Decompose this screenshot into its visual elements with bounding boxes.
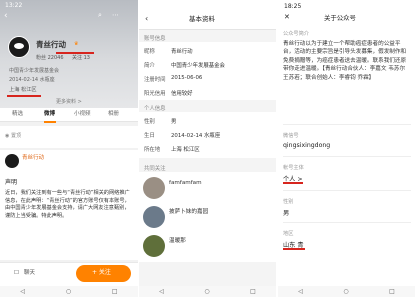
friend-name[interactable]: famfamfam — [169, 180, 202, 187]
search-icon[interactable]: ⌕ — [98, 12, 102, 19]
weibo-profile-panel: 13:22 ‹ ⌕ ⋯ 青丝行动 ♛ 粉丝 22046 关注 13 中国青少年发… — [0, 0, 138, 297]
wechat-id-label: 微信号 — [283, 133, 299, 139]
tab-video[interactable]: 小视频 — [74, 111, 91, 118]
system-nav-bar: ◁ ○ □ — [278, 286, 415, 297]
row-key: 阳光信用 — [144, 91, 166, 97]
divider — [283, 190, 411, 191]
composite-screenshot: 13:22 ‹ ⌕ ⋯ 青丝行动 ♛ 粉丝 22046 关注 13 中国青少年发… — [0, 0, 415, 297]
section-personal: 个人信息 — [144, 106, 166, 112]
back-icon[interactable]: ‹ — [4, 12, 8, 21]
system-nav-bar: ◁ ○ □ — [139, 286, 276, 297]
row-key: 生日 — [144, 133, 155, 139]
tab-featured[interactable]: 精选 — [12, 111, 23, 118]
row-value: 2015-06-06 — [171, 75, 203, 81]
follow-button[interactable]: + 关注 — [76, 265, 131, 282]
friend-avatar[interactable] — [143, 235, 165, 257]
type-underline — [283, 182, 303, 184]
system-nav-bar: ◁ ○ □ — [0, 286, 138, 297]
page-title: 基本资料 — [189, 15, 215, 23]
post-body: 近日，我们关注到有一些与“青丝行动”相关的网络推广信息，在此声明：“青丝行动”的… — [5, 190, 130, 219]
friends-list: famfamfam 披萨卜妹的嘉园 温暖那 — [139, 172, 276, 262]
nav-back-icon[interactable]: ◁ — [159, 288, 164, 295]
avatar[interactable] — [8, 36, 30, 58]
region-label: 地区 — [283, 231, 294, 237]
tab-album[interactable]: 相册 — [108, 111, 119, 118]
nav-recent-icon[interactable]: □ — [389, 288, 395, 295]
profile-name: 青丝行动 — [36, 40, 66, 49]
more-info-link[interactable]: 更多资料 > — [56, 100, 82, 105]
back-arrow-icon[interactable]: ‹ — [145, 15, 148, 23]
nav-back-icon[interactable]: ◁ — [298, 288, 303, 295]
row-key: 性别 — [144, 119, 155, 125]
intro-label: 公众号简介 — [283, 31, 309, 37]
page-title: 关于公众号 — [324, 14, 356, 22]
location-text: 上海 松江区 — [9, 87, 37, 93]
vip-badge-icon: ♛ — [74, 41, 79, 47]
nav-home-icon[interactable]: ○ — [66, 288, 71, 295]
section-account: 账号信息 — [144, 36, 166, 42]
row-value: 2014-02-14 水瓶座 — [171, 133, 221, 139]
divider — [283, 222, 411, 223]
chat-button[interactable]: 聊天 — [24, 270, 35, 277]
post-card[interactable]: 青丝行动 声明 近日，我们关注到有一些与“青丝行动”相关的网络推广信息，在此声明… — [0, 150, 138, 260]
stat-following[interactable]: 关注 13 — [72, 56, 90, 61]
divider — [283, 156, 411, 157]
status-bar-time: 13:22 — [5, 2, 23, 9]
row-key: 昵称 — [144, 49, 155, 55]
intro-text: 青丝行动以为于建立一个帮助癌症患者的公益平台，活动的主要宗旨是引导头发募集，假发… — [283, 41, 407, 81]
post-author-avatar — [5, 154, 19, 168]
official-account-panel: 18:25 ✕ 关于公众号 公众号简介 青丝行动以为于建立一个帮助癌症患者的公益… — [277, 0, 415, 297]
row-value: 男 — [171, 119, 177, 125]
nav-back-icon[interactable]: ◁ — [20, 288, 25, 295]
row-key: 简介 — [144, 63, 155, 69]
pin-icon: ◉ 置顶 — [5, 133, 21, 139]
friend-avatar[interactable] — [143, 177, 165, 199]
section-friends: 共同关注 — [144, 166, 166, 172]
gender-value: 男 — [283, 210, 290, 217]
post-heading: 声明 — [5, 179, 18, 186]
friend-avatar[interactable] — [143, 206, 165, 228]
personal-info-list: 性别 男 生日 2014-02-14 水瓶座 所在地 上海 松江区 — [139, 112, 276, 158]
account-type-label: 帐号主体 — [283, 165, 304, 171]
row-key: 注册时间 — [144, 77, 166, 83]
row-value: 青丝行动 — [171, 49, 193, 55]
profile-tabs: 精选 微博 小视频 相册 — [0, 108, 138, 122]
divider — [283, 124, 411, 125]
close-icon[interactable]: ✕ — [284, 14, 290, 21]
friend-name[interactable]: 披萨卜妹的嘉园 — [169, 209, 208, 216]
post-author-name[interactable]: 青丝行动 — [22, 155, 44, 162]
nav-recent-icon[interactable]: □ — [250, 288, 256, 295]
pinned-strip: ◉ 置顶 — [0, 126, 138, 148]
wechat-id-value: qingsixingdong — [283, 142, 331, 149]
friend-name[interactable]: 温暖那 — [169, 238, 186, 245]
chat-icon[interactable]: ☐ — [14, 270, 19, 277]
region-underline — [283, 248, 305, 250]
birthday-text: 2014-02-14 水瓶座 — [9, 77, 55, 83]
location-underline — [7, 95, 41, 97]
row-key: 所在地 — [144, 147, 161, 153]
active-tab-indicator — [44, 121, 56, 123]
highlight-underline — [56, 52, 94, 54]
tab-weibo[interactable]: 微博 — [44, 111, 55, 118]
nav-home-icon[interactable]: ○ — [343, 288, 348, 295]
verified-text: 中国青少年发展基金会 — [9, 68, 60, 74]
status-bar-time: 18:25 — [284, 3, 302, 10]
more-icon[interactable]: ⋯ — [112, 12, 119, 19]
gender-label: 性别 — [283, 199, 294, 205]
row-value: 上海 松江区 — [171, 147, 200, 153]
nav-recent-icon[interactable]: □ — [112, 288, 118, 295]
account-info-list: 昵称 青丝行动 简介 中国青少年发展基金会 注册时间 2015-06-06 阳光… — [139, 42, 276, 100]
nav-home-icon[interactable]: ○ — [204, 288, 209, 295]
row-value: 中国青少年发展基金会 — [171, 63, 225, 69]
basic-info-panel: ‹ 基本资料 账号信息 昵称 青丝行动 简介 中国青少年发展基金会 注册时间 2… — [138, 0, 276, 297]
row-value: 信用较好 — [171, 91, 193, 97]
stat-followers[interactable]: 粉丝 22046 — [36, 56, 64, 61]
